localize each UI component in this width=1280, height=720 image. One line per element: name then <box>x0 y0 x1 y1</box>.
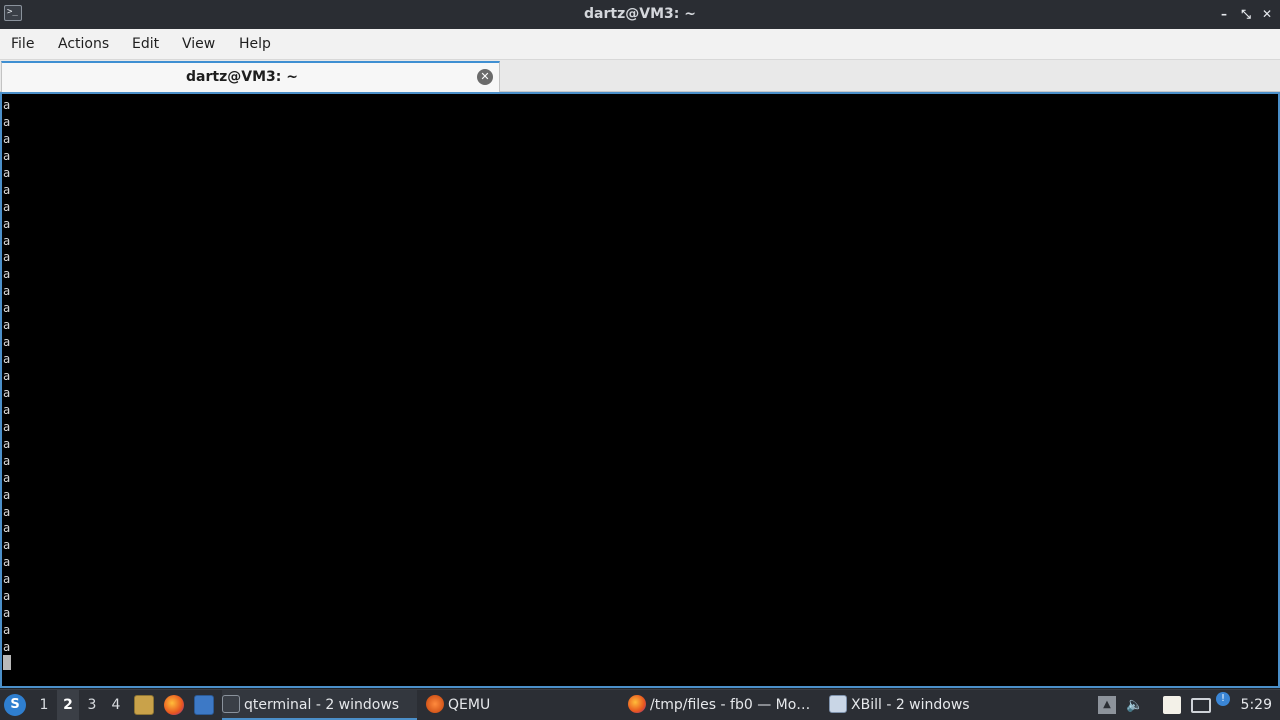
workspace-3[interactable]: 3 <box>81 690 103 720</box>
terminal-line: a <box>3 352 11 367</box>
tab-label: dartz@VM3: ~ <box>186 69 298 85</box>
terminal-line: a <box>3 335 11 350</box>
menu-file[interactable]: File <box>11 29 34 60</box>
workspace-1[interactable]: 1 <box>33 690 55 720</box>
terminal-line: a <box>3 606 11 621</box>
terminal-line: a <box>3 385 11 400</box>
terminal-lines: aaaaaaaaaaaaaaaaaaaaaaaaaaaaaaaaa <box>3 97 10 656</box>
terminal-line: a <box>3 640 11 654</box>
start-menu-icon[interactable]: S <box>4 694 26 716</box>
window-titlebar: >_ dartz@VM3: ~ – ⤡ ✕ <box>0 0 1280 29</box>
terminal-line: a <box>3 402 11 417</box>
terminal-line: a <box>3 504 11 519</box>
terminal-line: a <box>3 572 11 587</box>
terminal-line: a <box>3 453 11 468</box>
terminal-line: a <box>3 419 11 434</box>
terminal-line: a <box>3 589 11 604</box>
workspace-4[interactable]: 4 <box>105 690 127 720</box>
firefox-icon <box>628 695 646 713</box>
terminal-line: a <box>3 165 11 180</box>
task-label: /tmp/files - fb0 — Mo… <box>650 697 811 713</box>
menu-help[interactable]: Help <box>239 29 271 60</box>
terminal-line: a <box>3 233 11 248</box>
firefox-icon[interactable] <box>164 695 184 715</box>
volume-icon[interactable]: 🔈 <box>1126 696 1144 714</box>
terminal-icon <box>222 695 240 713</box>
window-icon <box>829 695 847 713</box>
task-firefox[interactable]: /tmp/files - fb0 — Mo… <box>628 690 818 720</box>
terminal-line: a <box>3 623 11 638</box>
qemu-icon <box>426 695 444 713</box>
task-label: XBill - 2 windows <box>851 697 970 713</box>
task-qterminal[interactable]: qterminal - 2 windows <box>222 690 417 720</box>
taskbar: S 1 2 3 4 qterminal - 2 windows QEMU /tm… <box>0 689 1280 720</box>
menu-actions[interactable]: Actions <box>58 29 109 60</box>
terminal-line: a <box>3 318 11 333</box>
desktop-icon[interactable] <box>194 695 214 715</box>
terminal-line: a <box>3 301 11 316</box>
file-manager-icon[interactable] <box>134 695 154 715</box>
terminal-line: a <box>3 250 11 265</box>
terminal-line: a <box>3 521 11 536</box>
tab-close-icon[interactable]: ✕ <box>477 69 493 85</box>
task-label: QEMU <box>448 697 491 713</box>
tab-bar: dartz@VM3: ~ ✕ <box>0 60 1280 92</box>
terminal-output[interactable]: aaaaaaaaaaaaaaaaaaaaaaaaaaaaaaaaa <box>0 92 1280 688</box>
terminal-line: a <box>3 436 11 451</box>
close-button[interactable]: ✕ <box>1259 6 1275 22</box>
workspace-2[interactable]: 2 <box>57 690 79 720</box>
tab-terminal[interactable]: dartz@VM3: ~ ✕ <box>1 61 500 92</box>
menu-bar: File Actions Edit View Help <box>0 29 1280 60</box>
terminal-line: a <box>3 216 11 231</box>
menu-view[interactable]: View <box>182 29 215 60</box>
terminal-line: a <box>3 538 11 553</box>
terminal-line: a <box>3 148 11 163</box>
upload-icon[interactable]: ▲ <box>1098 696 1116 714</box>
terminal-line: a <box>3 470 11 485</box>
terminal-line: a <box>3 487 11 502</box>
terminal-line: a <box>3 182 11 197</box>
minimize-button[interactable]: – <box>1216 6 1232 22</box>
notification-icon[interactable]: ! <box>1216 692 1230 706</box>
terminal-line: a <box>3 369 11 383</box>
network-icon[interactable] <box>1191 698 1211 713</box>
task-qemu[interactable]: QEMU <box>426 690 616 720</box>
task-xbill[interactable]: XBill - 2 windows <box>829 690 1019 720</box>
terminal-line: a <box>3 131 11 146</box>
maximize-button[interactable]: ⤡ <box>1238 6 1254 22</box>
terminal-line: a <box>3 284 11 299</box>
terminal-line: a <box>3 114 11 129</box>
terminal-line: a <box>3 98 11 112</box>
task-label: qterminal - 2 windows <box>244 697 400 713</box>
menu-edit[interactable]: Edit <box>132 29 159 60</box>
terminal-line: a <box>3 267 11 282</box>
terminal-line: a <box>3 555 11 570</box>
clipboard-icon[interactable] <box>1163 696 1181 714</box>
clock[interactable]: 5:29 <box>1241 690 1272 720</box>
terminal-cursor <box>3 655 11 670</box>
window-title: dartz@VM3: ~ <box>584 6 696 22</box>
terminal-line: a <box>3 199 11 214</box>
